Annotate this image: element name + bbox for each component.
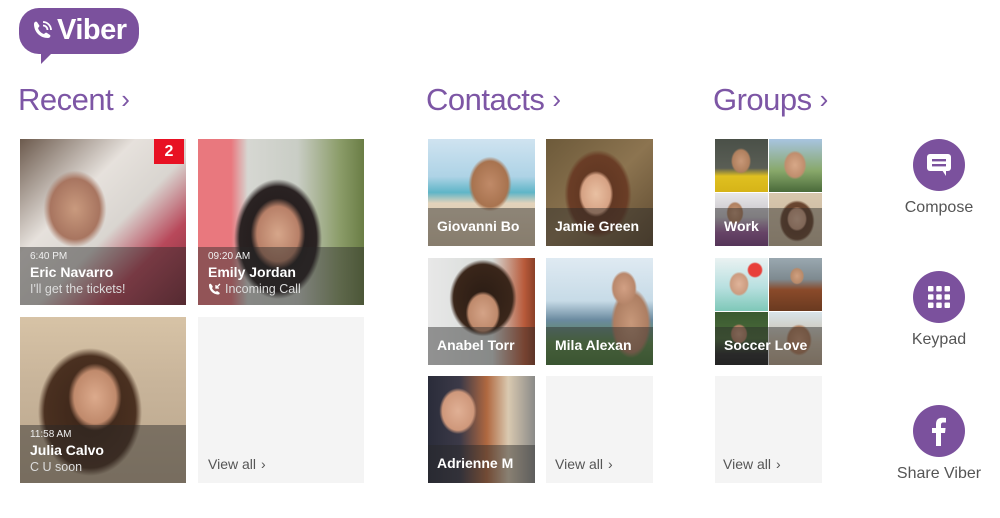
- tile-overlay: Soccer Love: [715, 327, 822, 365]
- view-all-label: View all: [555, 456, 603, 472]
- contacts-header-link[interactable]: Contacts ›: [426, 82, 561, 118]
- group-name: Soccer Love: [724, 337, 808, 353]
- tile-overlay: Anabel Torr: [428, 327, 535, 365]
- chevron-right-icon: ›: [608, 456, 613, 472]
- contact-tile[interactable]: Mila Alexan: [546, 258, 653, 365]
- tile-overlay: Jamie Green: [546, 208, 653, 246]
- tile-overlay: 09:20 AM Emily Jordan Incoming Call: [198, 247, 364, 305]
- contact-name: Adrienne M: [437, 455, 514, 471]
- tile-overlay: Work: [715, 208, 822, 246]
- group-name: Work: [724, 218, 759, 234]
- contact-name: Anabel Torr: [437, 337, 515, 353]
- share-circle: [913, 405, 965, 457]
- contact-tile[interactable]: Giovanni Bo: [428, 139, 535, 246]
- tile-overlay: Adrienne M: [428, 445, 535, 483]
- recent-header-link[interactable]: Recent ›: [18, 82, 130, 118]
- member-photo: [715, 139, 768, 192]
- contacts-view-all-tile[interactable]: View all ›: [546, 376, 653, 483]
- keypad-label: Keypad: [911, 331, 967, 348]
- unread-count-badge: 2: [154, 139, 184, 164]
- message-time: 11:58 AM: [30, 429, 72, 440]
- contact-tile[interactable]: Jamie Green: [546, 139, 653, 246]
- incoming-call-icon: [209, 283, 221, 295]
- member-photo: [769, 139, 822, 192]
- message-time: 09:20 AM: [208, 251, 251, 262]
- recent-conversation-tile[interactable]: 2 6:40 PM Eric Navarro I'll get the tick…: [20, 139, 186, 305]
- recent-title: Recent: [18, 82, 114, 117]
- tile-overlay: Giovanni Bo: [428, 208, 535, 246]
- contact-tile[interactable]: Adrienne M: [428, 376, 535, 483]
- contact-name: Julia Calvo: [30, 442, 104, 458]
- contacts-title: Contacts: [426, 82, 545, 117]
- last-message: Incoming Call: [225, 282, 301, 296]
- recent-conversation-tile[interactable]: 09:20 AM Emily Jordan Incoming Call: [198, 139, 364, 305]
- tile-overlay: 11:58 AM Julia Calvo C U soon: [20, 425, 186, 483]
- contact-tile[interactable]: Anabel Torr: [428, 258, 535, 365]
- contact-name: Eric Navarro: [30, 264, 114, 280]
- compose-circle: [913, 139, 965, 191]
- contact-name: Emily Jordan: [208, 264, 296, 280]
- view-all-label: View all: [723, 456, 771, 472]
- keypad-icon: [928, 286, 950, 308]
- logo-text: Viber: [57, 14, 127, 46]
- member-photo: [769, 258, 822, 311]
- groups-view-all-tile[interactable]: View all ›: [715, 376, 822, 483]
- facebook-icon: [932, 417, 946, 446]
- logo-tail: [41, 52, 53, 64]
- chevron-right-icon: ›: [819, 84, 829, 114]
- contact-name: Mila Alexan: [555, 337, 632, 353]
- message-time: 6:40 PM: [30, 251, 68, 262]
- recent-view-all-tile[interactable]: View all ›: [198, 317, 364, 483]
- group-tile[interactable]: Work: [715, 139, 822, 246]
- compose-icon: [927, 154, 951, 176]
- phone-icon: [34, 21, 52, 38]
- groups-header-link[interactable]: Groups ›: [713, 82, 828, 118]
- group-tile[interactable]: Soccer Love: [715, 258, 822, 365]
- groups-title: Groups: [713, 82, 812, 117]
- view-all-label: View all: [208, 456, 256, 472]
- chevron-right-icon: ›: [261, 456, 266, 472]
- recent-conversation-tile[interactable]: 11:58 AM Julia Calvo C U soon: [20, 317, 186, 483]
- contact-name: Jamie Green: [555, 218, 640, 234]
- keypad-circle: [913, 271, 965, 323]
- member-photo: [715, 258, 768, 311]
- last-message: I'll get the tickets!: [30, 282, 126, 296]
- compose-button[interactable]: Compose: [889, 139, 989, 217]
- share-viber-label: Share Viber: [896, 465, 982, 482]
- chevron-right-icon: ›: [776, 456, 781, 472]
- share-viber-button[interactable]: Share Viber: [889, 405, 989, 483]
- chevron-right-icon: ›: [121, 84, 130, 114]
- tile-overlay: Mila Alexan: [546, 327, 653, 365]
- contact-name: Giovanni Bo: [437, 218, 520, 234]
- compose-label: Compose: [904, 199, 974, 216]
- last-message: C U soon: [30, 460, 83, 474]
- chevron-right-icon: ›: [552, 84, 561, 114]
- viber-logo: Viber: [19, 8, 139, 64]
- tile-overlay: 6:40 PM Eric Navarro I'll get the ticket…: [20, 247, 186, 305]
- keypad-button[interactable]: Keypad: [889, 271, 989, 349]
